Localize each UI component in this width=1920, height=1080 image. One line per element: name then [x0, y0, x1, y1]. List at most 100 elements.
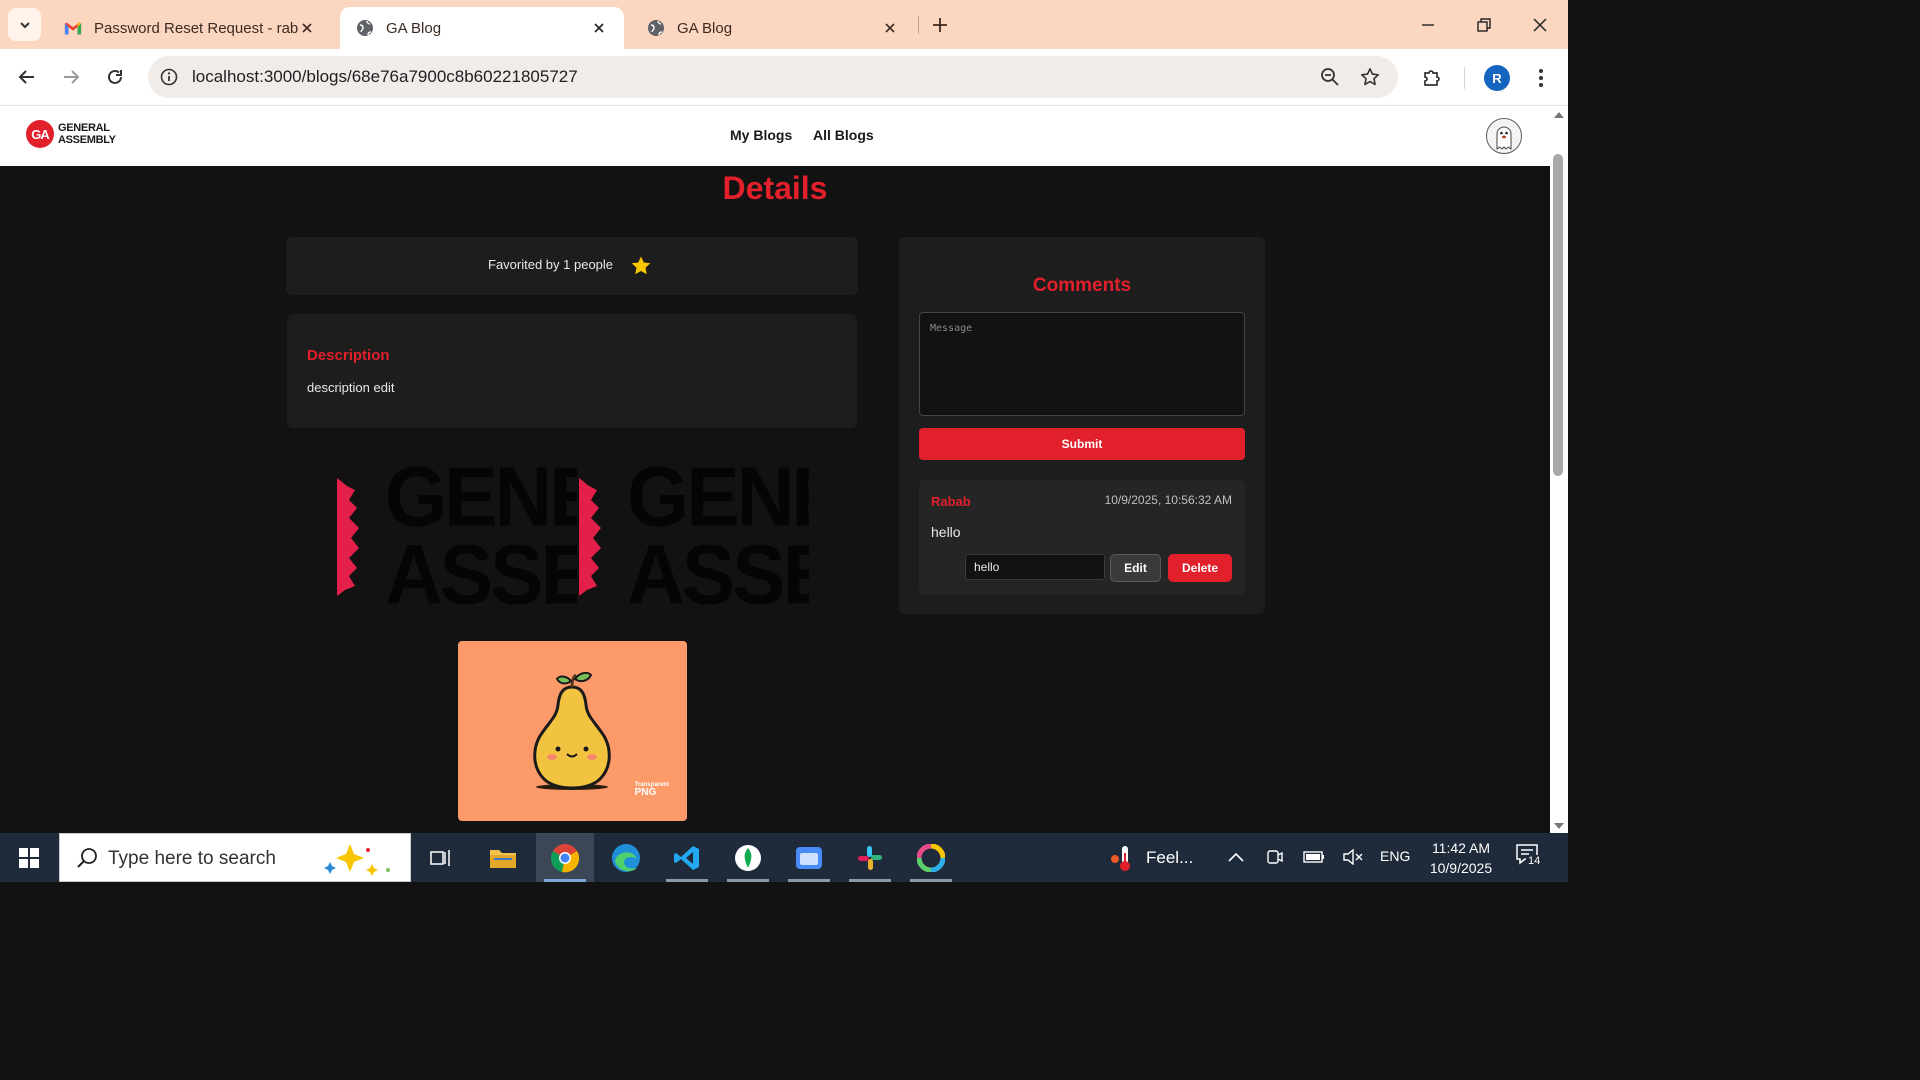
- browser-toolbar: localhost:3000/blogs/68e76a7900c8b602218…: [0, 49, 1568, 106]
- reload-button[interactable]: [99, 61, 131, 93]
- back-button[interactable]: [11, 61, 43, 93]
- arrow-left-icon: [18, 70, 34, 84]
- banner-line-1: GENERAL: [627, 456, 809, 544]
- clock-time: 11:42 AM: [1431, 840, 1491, 856]
- file-explorer-button[interactable]: [474, 833, 532, 882]
- running-indicator: [727, 879, 769, 882]
- comment-text: hello: [931, 524, 961, 540]
- thermometer-icon: [1111, 845, 1130, 871]
- meet-now-icon[interactable]: [1264, 846, 1286, 868]
- restore-button[interactable]: [1468, 9, 1500, 41]
- close-icon[interactable]: [881, 19, 899, 37]
- tab-search-button[interactable]: [8, 8, 41, 41]
- address-bar[interactable]: localhost:3000/blogs/68e76a7900c8b602218…: [148, 56, 1398, 98]
- site-navbar: GA GENERAL ASSEMBLY My Blogs All Blogs: [0, 106, 1550, 166]
- submit-button[interactable]: Submit: [919, 428, 1245, 460]
- mongodb-taskbar-button[interactable]: [719, 833, 777, 882]
- close-icon[interactable]: [298, 19, 316, 37]
- task-view-icon: [430, 849, 450, 866]
- extensions-button[interactable]: [1418, 64, 1446, 92]
- logo-line-2: ASSEMBLY: [58, 134, 116, 146]
- tab-title: GA Blog: [386, 19, 442, 37]
- page-viewport: GA GENERAL ASSEMBLY My Blogs All Blogs D…: [0, 106, 1550, 833]
- chevron-down-icon: [19, 21, 30, 28]
- close-window-button[interactable]: [1524, 9, 1556, 41]
- page-scrollbar[interactable]: [1550, 106, 1568, 833]
- profile-avatar[interactable]: R: [1484, 65, 1510, 91]
- comment-edit-input[interactable]: [965, 554, 1105, 580]
- clock-date: 10/9/2025: [1429, 860, 1493, 876]
- edge-taskbar-button[interactable]: [597, 833, 655, 882]
- comment-item: Rabab 10/9/2025, 10:56:32 AM hello Edit …: [919, 480, 1245, 595]
- close-icon[interactable]: [590, 19, 608, 37]
- task-view-button[interactable]: [412, 833, 470, 882]
- toolbar-divider: [1464, 67, 1465, 89]
- scroll-down-icon[interactable]: [1552, 821, 1566, 831]
- tab-title: Password Reset Request - rabab: [94, 19, 298, 37]
- running-indicator: [910, 879, 952, 882]
- nav-all-blogs[interactable]: All Blogs: [813, 127, 874, 143]
- language-indicator[interactable]: ENG: [1380, 848, 1410, 864]
- banner-tile: GENERAL ASSEMBLY: [337, 456, 577, 618]
- minimize-icon: [1422, 24, 1434, 26]
- weather-widget[interactable]: Feel...: [1110, 833, 1193, 882]
- globe-icon: [647, 19, 665, 37]
- watermark-line-2: PNG: [634, 787, 657, 798]
- volume-muted-icon[interactable]: [1342, 846, 1364, 868]
- chevron-up-icon[interactable]: [1225, 846, 1247, 868]
- color-wheel-icon: [917, 843, 945, 872]
- sparkle-icon: [324, 844, 390, 876]
- site-info-icon[interactable]: [158, 66, 180, 88]
- zoom-taskbar-button[interactable]: [780, 833, 838, 882]
- notification-count: 14: [1526, 855, 1543, 867]
- slack-taskbar-button[interactable]: [841, 833, 899, 882]
- battery-icon[interactable]: [1303, 846, 1325, 868]
- tab-gmail[interactable]: Password Reset Request - rabab: [48, 7, 332, 49]
- globe-icon: [356, 19, 374, 37]
- logo-line-1: GENERAL: [58, 122, 110, 134]
- windows-taskbar: Type here to search Feel... ENG 11:42 AM…: [0, 833, 1568, 882]
- banner-line-2: ASSEMBLY: [385, 527, 577, 618]
- start-button[interactable]: [0, 833, 58, 882]
- windows-logo-icon: [19, 847, 39, 868]
- search-icon: [77, 848, 97, 868]
- favorite-star-icon[interactable]: [630, 255, 652, 282]
- bookmark-star-icon[interactable]: [1358, 65, 1382, 89]
- folder-icon: [490, 849, 516, 868]
- zoom-app-icon: [796, 846, 822, 869]
- taskbar-search[interactable]: Type here to search: [59, 833, 411, 882]
- kebab-menu-icon[interactable]: [1528, 64, 1554, 92]
- chrome-taskbar-button[interactable]: [536, 833, 594, 882]
- tab-title: GA Blog: [677, 19, 733, 37]
- zoom-icon[interactable]: [1318, 65, 1342, 89]
- plus-icon: [933, 18, 947, 32]
- pear-image: Transparent PNG: [458, 641, 687, 821]
- edge-icon: [612, 843, 640, 872]
- close-icon: [1533, 18, 1547, 32]
- delete-comment-button[interactable]: Delete: [1168, 554, 1232, 582]
- scroll-up-icon[interactable]: [1552, 110, 1566, 120]
- vscode-taskbar-button[interactable]: [658, 833, 716, 882]
- tab-ga-blog[interactable]: GA Blog: [631, 7, 915, 49]
- description-text: description edit: [307, 380, 395, 395]
- color-app-taskbar-button[interactable]: [902, 833, 960, 882]
- description-card: Description description edit: [287, 314, 857, 428]
- url-text[interactable]: localhost:3000/blogs/68e76a7900c8b602218…: [192, 67, 578, 87]
- scrollbar-thumb[interactable]: [1553, 154, 1563, 476]
- logo-words: GENERAL ASSEMBLY: [58, 122, 116, 146]
- minimize-button[interactable]: [1412, 9, 1444, 41]
- nav-my-blogs[interactable]: My Blogs: [730, 127, 792, 143]
- new-tab-button[interactable]: [928, 13, 952, 37]
- mongodb-icon: [735, 844, 761, 871]
- tab-ga-blog-active[interactable]: GA Blog: [340, 7, 624, 49]
- notification-center-button[interactable]: 14: [1515, 843, 1545, 873]
- message-textarea[interactable]: [919, 312, 1245, 416]
- system-clock[interactable]: 11:42 AM 10/9/2025: [1424, 838, 1498, 878]
- page-title: Details: [722, 170, 828, 206]
- banner-line-2: ASSEMBLY: [627, 527, 809, 618]
- puzzle-icon: [1424, 70, 1440, 86]
- forward-button[interactable]: [55, 61, 87, 93]
- user-avatar[interactable]: [1486, 118, 1522, 154]
- ga-logo[interactable]: GA GENERAL ASSEMBLY: [26, 120, 116, 148]
- edit-comment-button[interactable]: Edit: [1110, 554, 1161, 582]
